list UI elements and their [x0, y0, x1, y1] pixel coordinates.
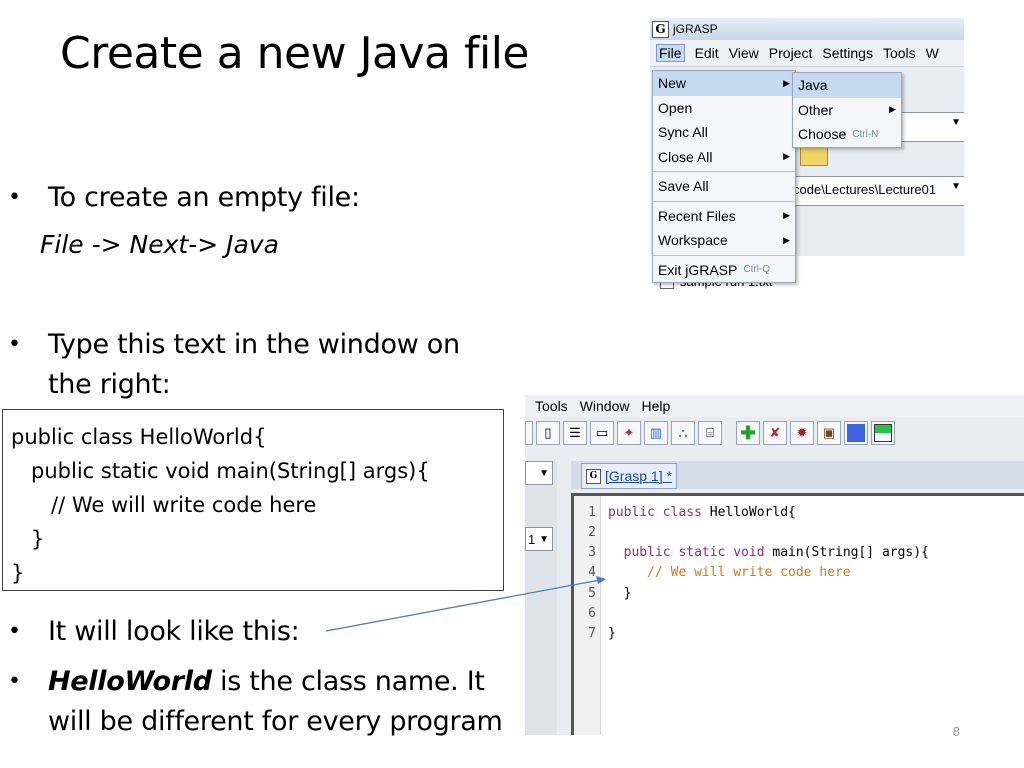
pointer-arrow [325, 576, 606, 632]
arrow-line [325, 579, 601, 632]
arrow-head [596, 576, 606, 584]
